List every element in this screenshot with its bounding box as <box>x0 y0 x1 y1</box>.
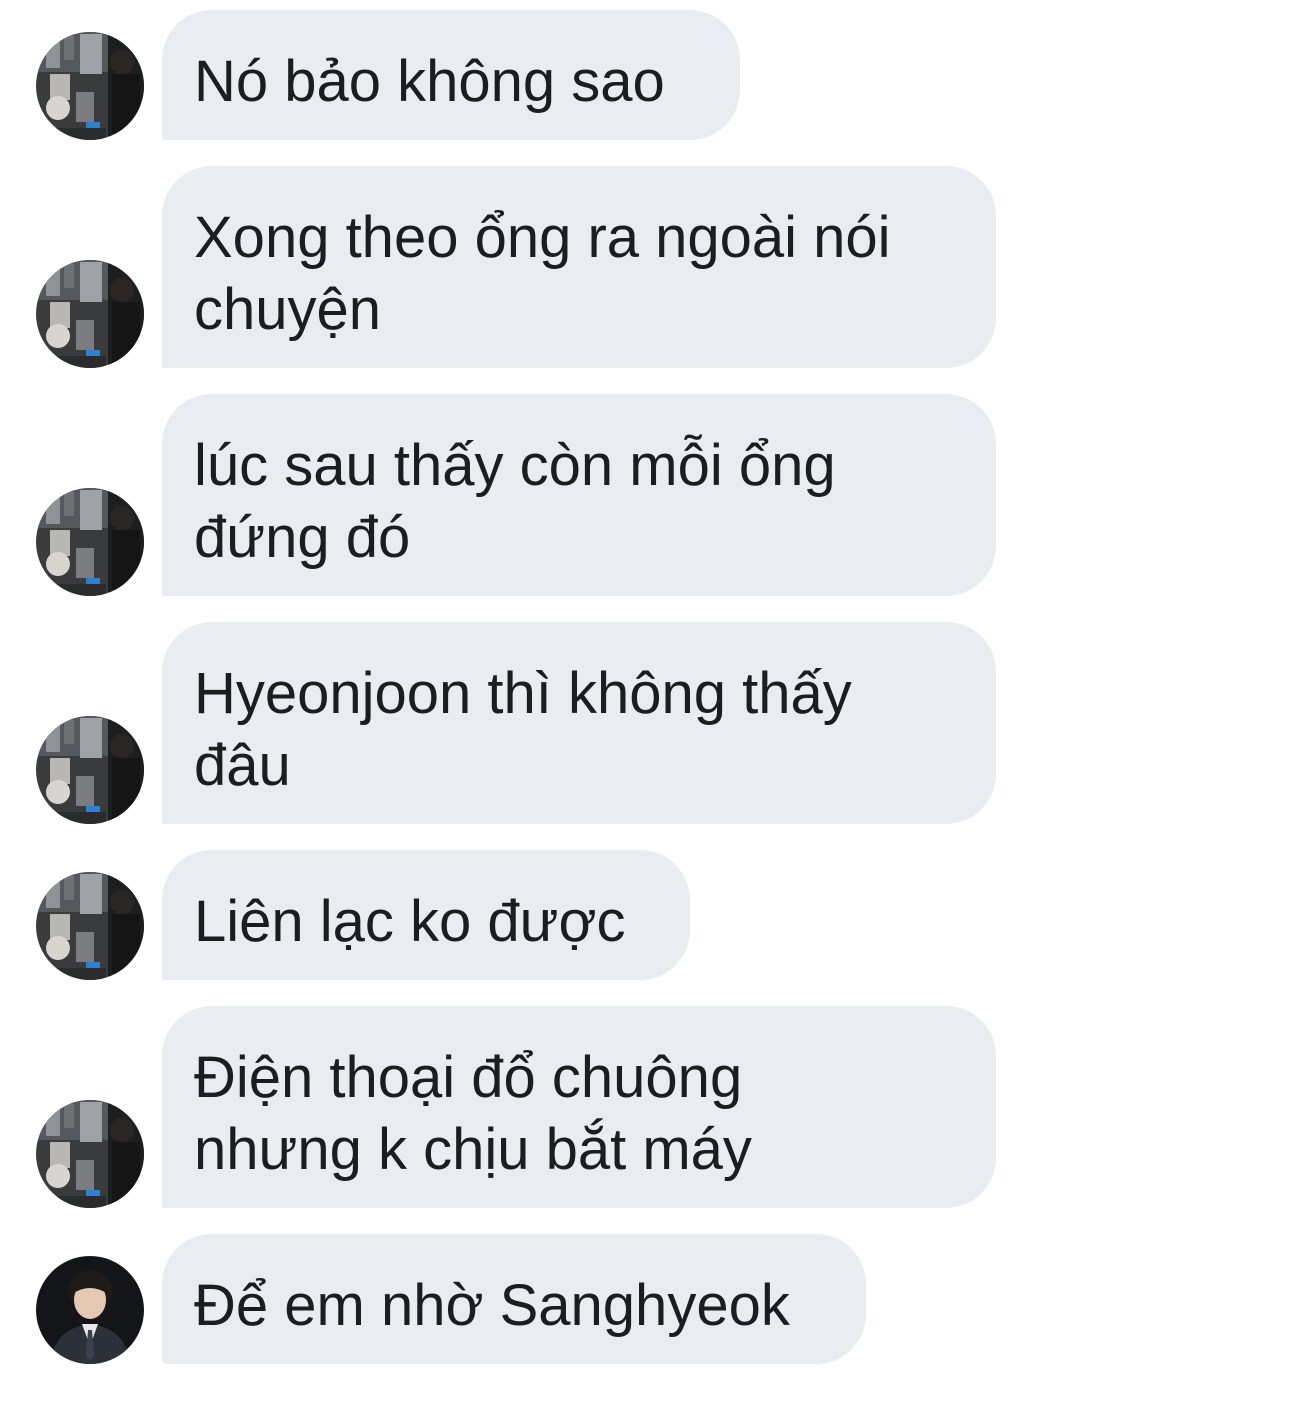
sender-avatar[interactable] <box>36 32 144 140</box>
dark-room-photo-icon <box>36 260 144 368</box>
sender-avatar[interactable] <box>36 260 144 368</box>
dark-room-photo-icon <box>36 32 144 140</box>
message-bubble[interactable]: Để em nhờ Sanghyeok <box>162 1234 866 1364</box>
sender-avatar[interactable] <box>36 716 144 824</box>
message-bubble[interactable]: lúc sau thấy còn mỗi ổng đứng đó <box>162 394 996 596</box>
person-in-suit-photo-icon <box>36 1256 144 1364</box>
message-bubble[interactable]: Xong theo ổng ra ngoài nói chuyện <box>162 166 996 368</box>
sender-avatar[interactable] <box>36 872 144 980</box>
message-bubble[interactable]: Nó bảo không sao <box>162 10 740 140</box>
sender-avatar[interactable] <box>36 488 144 596</box>
sender-avatar[interactable] <box>36 1100 144 1208</box>
dark-room-photo-icon <box>36 488 144 596</box>
sender-avatar[interactable] <box>36 1256 144 1364</box>
dark-room-photo-icon <box>36 872 144 980</box>
message-bubble[interactable]: Hyeonjoon thì không thấy đâu <box>162 622 996 824</box>
message-bubble[interactable]: Liên lạc ko được <box>162 850 690 980</box>
message-thread: Nó bảo không sao Xong theo ổng ra ngoài … <box>0 0 1290 1404</box>
dark-room-photo-icon <box>36 716 144 824</box>
message-bubble[interactable]: Điện thoại đổ chuông nhưng k chịu bắt má… <box>162 1006 996 1208</box>
dark-room-photo-icon <box>36 1100 144 1208</box>
